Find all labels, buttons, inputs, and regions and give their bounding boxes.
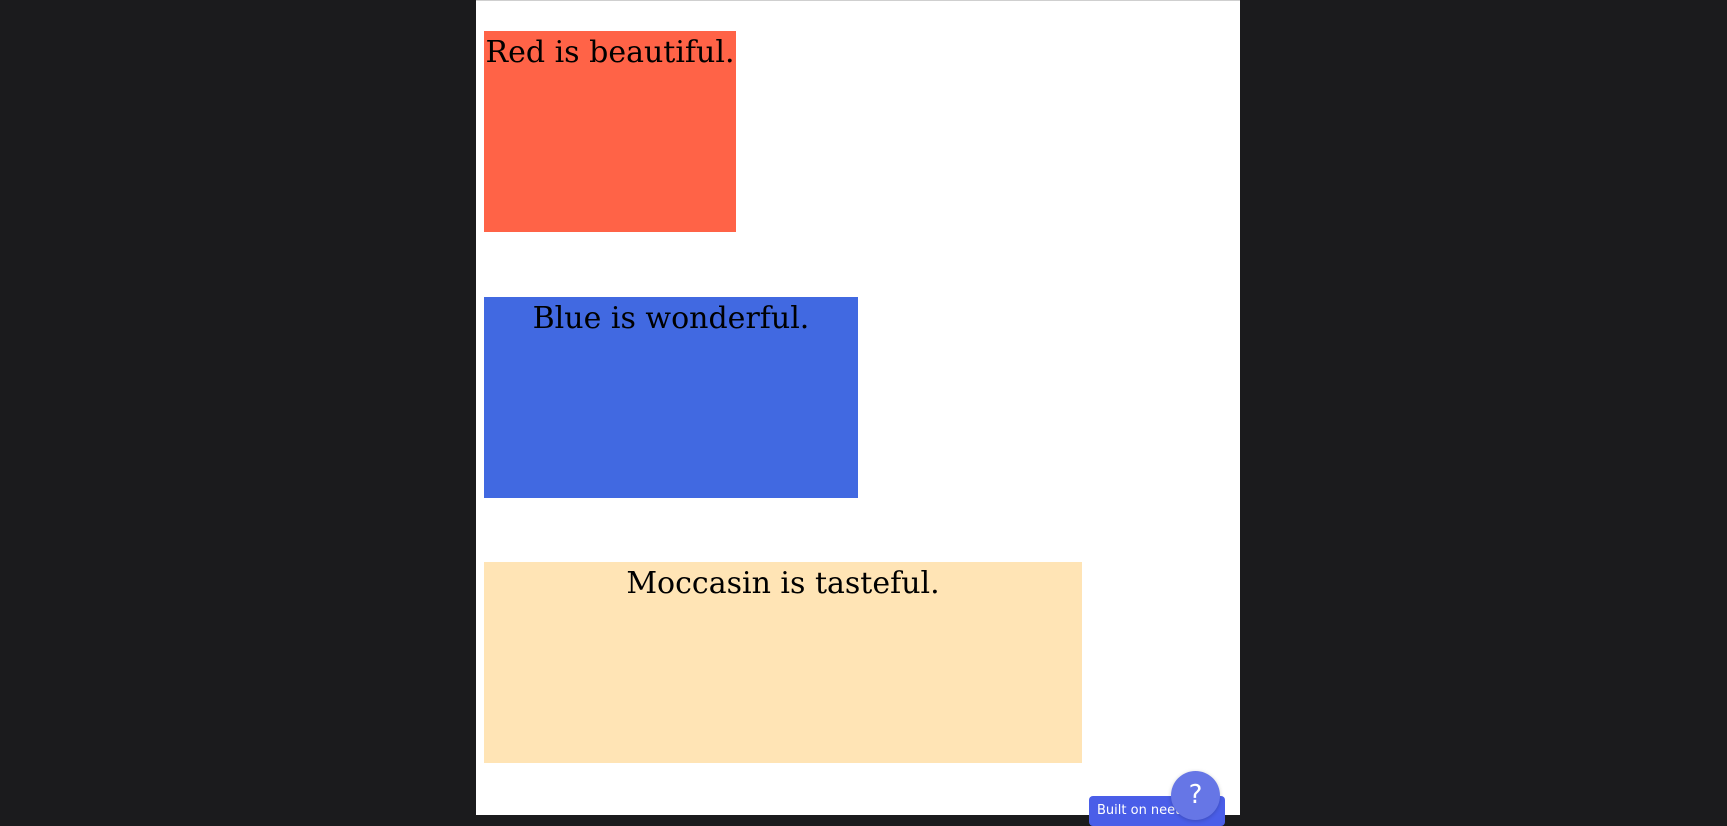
question-mark-icon: ?: [1188, 780, 1203, 810]
red-block: Red is beautiful.: [484, 31, 736, 232]
blue-block-text: Blue is wonderful.: [532, 301, 810, 336]
page-canvas: Red is beautiful. Blue is wonderful. Moc…: [476, 0, 1240, 815]
help-button[interactable]: ?: [1171, 771, 1220, 820]
moccasin-block: Moccasin is tasteful.: [484, 562, 1082, 763]
blue-block: Blue is wonderful.: [484, 297, 858, 498]
moccasin-block-text: Moccasin is tasteful.: [626, 566, 940, 601]
red-block-text: Red is beautiful.: [485, 35, 735, 70]
